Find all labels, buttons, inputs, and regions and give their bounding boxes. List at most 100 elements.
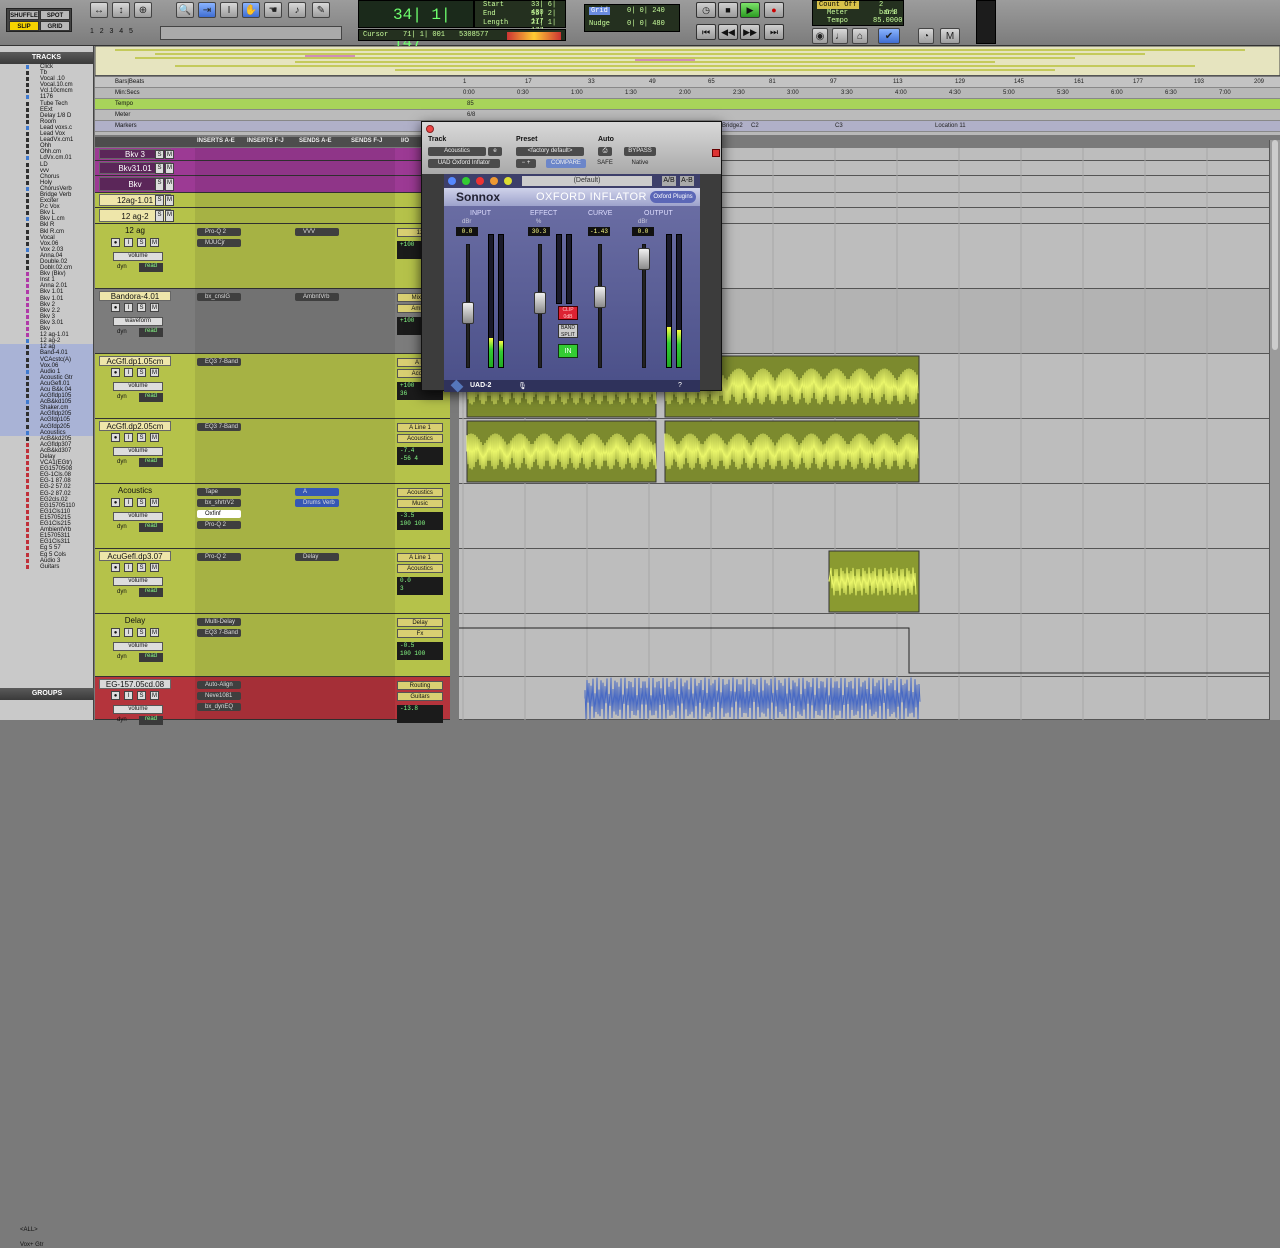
input-button[interactable]: I: [124, 433, 133, 442]
track-num-3[interactable]: 3: [110, 28, 114, 35]
solo-button[interactable]: S: [155, 163, 164, 174]
record-button[interactable]: ●: [111, 498, 120, 507]
solo-button[interactable]: S: [137, 498, 146, 507]
track-name[interactable]: Bandora-4.01: [99, 291, 171, 301]
conductor-icon[interactable]: ✔: [878, 28, 900, 44]
record-button[interactable]: ●: [111, 628, 120, 637]
back-button[interactable]: ◀◀: [718, 24, 738, 40]
mute-button[interactable]: M: [150, 303, 159, 312]
track-playlist-lane[interactable]: [459, 549, 1269, 614]
track-name[interactable]: AcGfl.dp1.05cm: [99, 356, 171, 366]
mute-button[interactable]: M: [165, 178, 174, 191]
zoom-tool-icon[interactable]: 🔍: [176, 2, 194, 18]
main-counter[interactable]: 34| 1| 147: [358, 0, 474, 52]
view-selector[interactable]: volume: [113, 705, 163, 714]
mute-button[interactable]: M: [150, 498, 159, 507]
volume-pan-display[interactable]: -0.5 100 100: [397, 642, 443, 660]
tempo-ruler[interactable]: Tempo 85: [95, 99, 1280, 110]
record-button[interactable]: ●: [111, 368, 120, 377]
group-item[interactable]: <ALL>: [0, 1227, 94, 1233]
solo-button[interactable]: S: [137, 433, 146, 442]
track-name[interactable]: AcGfl.dp2.05cm: [99, 421, 171, 431]
insert-slot[interactable]: Oxfinf: [197, 510, 241, 518]
automation-mode[interactable]: read: [139, 458, 163, 467]
output-fader[interactable]: [638, 248, 650, 270]
input-button[interactable]: I: [124, 303, 133, 312]
input-button[interactable]: I: [124, 563, 133, 572]
in-button[interactable]: IN: [558, 344, 578, 358]
inserts-ae-header[interactable]: INSERTS A-E: [197, 138, 235, 144]
solo-button[interactable]: S: [155, 195, 164, 206]
spot-mode-button[interactable]: SPOT: [40, 10, 70, 20]
input-button[interactable]: I: [124, 368, 133, 377]
online-button[interactable]: ◷: [696, 2, 716, 18]
record-button[interactable]: ●: [111, 303, 120, 312]
view-selector[interactable]: volume: [113, 642, 163, 651]
group-item[interactable]: Vox+ Gtr: [0, 1242, 94, 1248]
solo-button[interactable]: S: [137, 238, 146, 247]
track-playlist-lane[interactable]: [459, 677, 1269, 720]
track-row[interactable]: Delay ● I S Mvolume dyn read Multi-Delay EQ3 7-B…: [95, 614, 450, 677]
insert-slot[interactable]: MJUCjr: [197, 239, 241, 247]
plugin-window[interactable]: Track Preset Auto Acoustics e <factory d…: [421, 121, 722, 393]
bars-beats-ruler[interactable]: Bars|Beats 1 17 33 49 65 81 97 113 129 145 161 177 1…: [95, 77, 1280, 88]
io-selector[interactable]: Guitars: [397, 692, 443, 701]
help-icon[interactable]: [504, 177, 512, 185]
insert-slot[interactable]: Pro-Q 2: [197, 228, 241, 236]
input-fader[interactable]: [462, 302, 474, 324]
input-button[interactable]: I: [124, 498, 133, 507]
io-selector[interactable]: Fx: [397, 629, 443, 638]
hand-tool-icon[interactable]: ☚: [264, 2, 282, 18]
track-num-5[interactable]: 5: [129, 28, 133, 35]
playlist-label[interactable]: dyn: [117, 589, 127, 595]
meter-value[interactable]: 6/8: [885, 9, 898, 17]
insert-slot[interactable]: Multi-Delay: [197, 618, 241, 626]
automation-mode[interactable]: read: [139, 263, 163, 272]
track-name[interactable]: AcuGefl.dp3.07: [99, 551, 171, 561]
automation-mode[interactable]: read: [139, 393, 163, 402]
insert-slot[interactable]: bx_dynEQ: [197, 703, 241, 711]
uad-mic-icon[interactable]: 🎙: [518, 382, 527, 390]
count-off-label[interactable]: Count Off: [817, 1, 859, 9]
send-slot[interactable]: Drums Verb: [295, 499, 339, 507]
curve-fader[interactable]: [594, 286, 606, 308]
track-name[interactable]: 12 ag: [99, 226, 171, 236]
pan-value[interactable]: 100 100: [400, 650, 443, 658]
ab-button[interactable]: A/B: [662, 176, 676, 186]
insert-slot[interactable]: bx_shrtrV2: [197, 499, 241, 507]
undo-icon[interactable]: [462, 177, 470, 185]
send-slot[interactable]: A: [295, 488, 339, 496]
volume-pan-display[interactable]: -3.5 100 100: [397, 512, 443, 530]
shuffle-mode-button[interactable]: SHUFFLE: [9, 10, 39, 20]
view-selector[interactable]: waveform: [113, 317, 163, 326]
track-row[interactable]: AcGfl.dp2.05cm ● I S Mvolume dyn read EQ3 7-Ban…: [95, 419, 450, 484]
view-selector[interactable]: volume: [113, 512, 163, 521]
solo-button[interactable]: S: [155, 178, 164, 191]
plugin-selector[interactable]: UAD Oxford Inflator: [428, 159, 500, 168]
track-row[interactable]: Bkv S M: [95, 176, 450, 193]
end-button[interactable]: ⏭: [764, 24, 784, 40]
marker-location-11[interactable]: Location 11: [935, 121, 966, 131]
input-value[interactable]: 0.0: [456, 227, 478, 236]
effect-fader[interactable]: [534, 292, 546, 314]
io-selector[interactable]: Acoustics: [397, 488, 443, 497]
scroll-thumb[interactable]: [1272, 140, 1278, 350]
playlist-label[interactable]: dyn: [117, 329, 127, 335]
clip-0db-button[interactable]: CLIP 0dB: [558, 306, 578, 320]
io-selector[interactable]: A Line 1: [397, 553, 443, 562]
grid-label[interactable]: Grid: [589, 7, 610, 15]
track-row[interactable]: Bkv31.01 S M: [95, 161, 450, 176]
view-selector[interactable]: volume: [113, 252, 163, 261]
volume-pan-display[interactable]: -13.8: [397, 705, 443, 723]
view-selector[interactable]: volume: [113, 577, 163, 586]
track-row[interactable]: EG-157.05cd.08 ● I S Mvolume dyn read Auto-Alig…: [95, 677, 450, 725]
insert-slot[interactable]: Pro-Q 2: [197, 553, 241, 561]
record-button[interactable]: ●: [111, 238, 120, 247]
tempo-value[interactable]: 85.0000: [873, 17, 902, 25]
io-selector[interactable]: Routing: [397, 681, 443, 690]
mute-button[interactable]: M: [150, 691, 159, 700]
input-button[interactable]: I: [124, 238, 133, 247]
preset-selector[interactable]: <factory default>: [516, 147, 584, 156]
input-button[interactable]: I: [124, 628, 133, 637]
insert-slot[interactable]: Auto-Align: [197, 681, 241, 689]
